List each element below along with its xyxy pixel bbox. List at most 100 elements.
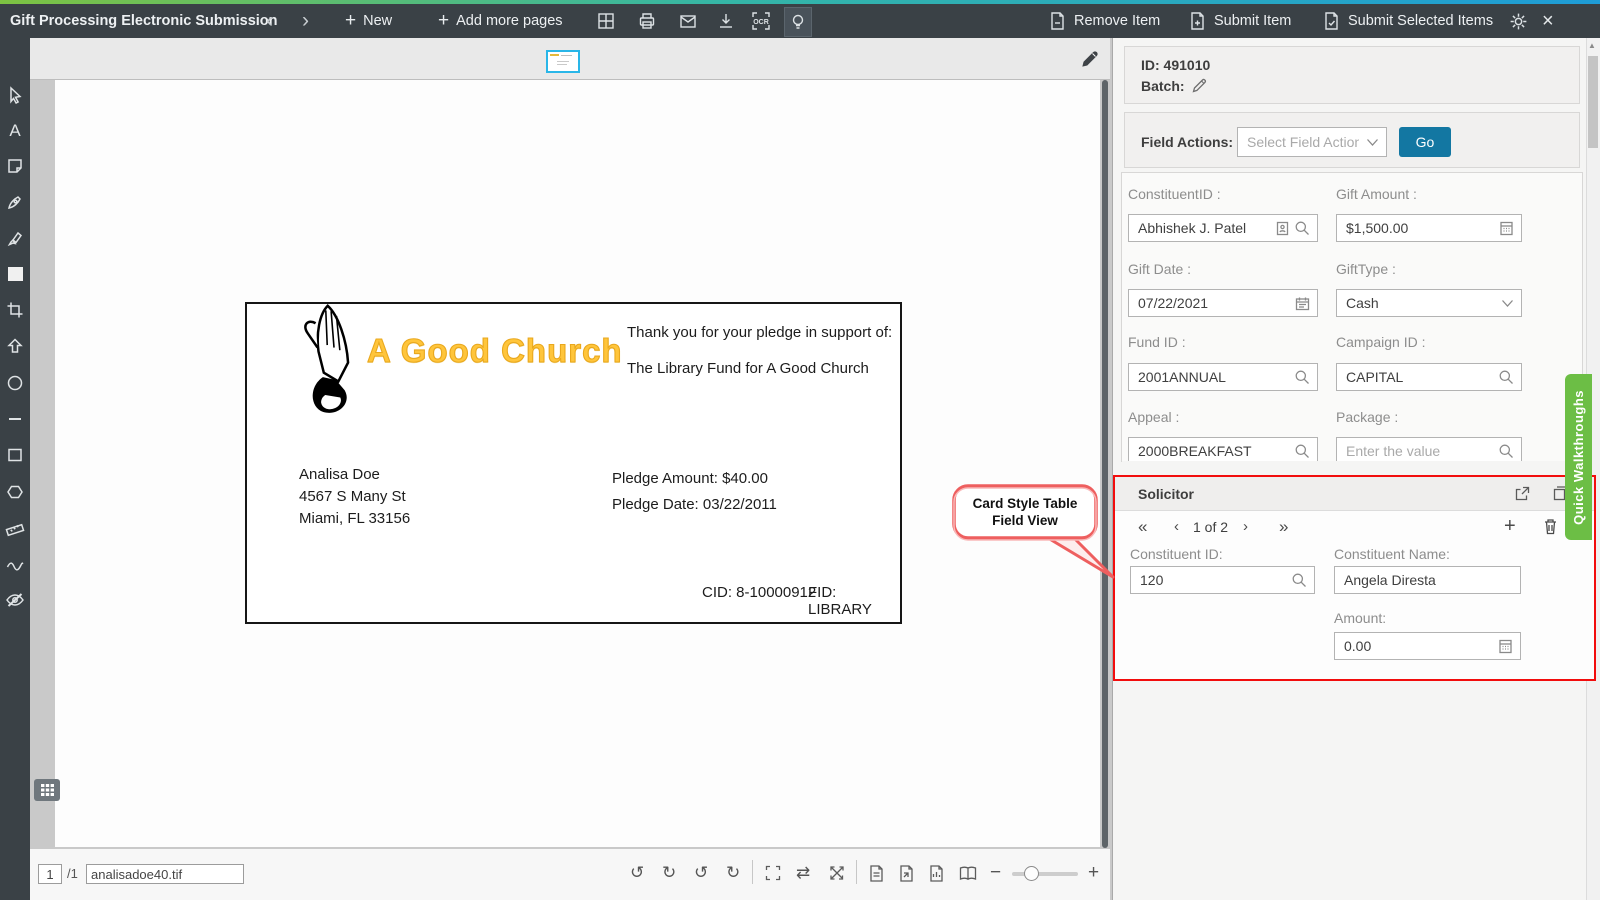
search-icon[interactable] [1294,220,1310,236]
measure-tool[interactable] [5,518,25,538]
gift-type-select[interactable] [1336,289,1522,317]
campaign-id-field[interactable] [1336,363,1522,391]
appeal-value[interactable] [1136,442,1289,460]
split-merge-button[interactable] [828,862,846,884]
delete-row-button[interactable] [1543,518,1558,535]
viewer-scrollbar-thumb[interactable] [1102,80,1108,848]
calculator-icon[interactable] [1499,221,1514,236]
solicitor-constituent-id-value[interactable] [1138,571,1286,589]
gift-date-field[interactable] [1128,289,1318,317]
addressee: Analisa Doe [299,466,380,483]
prev-item-button[interactable]: ‹ [266,4,273,38]
constituent-id-value[interactable] [1136,219,1271,237]
envelope-icon [678,11,698,31]
print-button[interactable] [637,4,657,38]
swap-view-button[interactable]: ⇄ [796,862,810,884]
open-table-view-button[interactable] [1514,485,1531,502]
auto-detect-button[interactable] [784,7,812,37]
fund-id-value[interactable] [1136,368,1289,386]
polygon-tool[interactable] [5,482,25,502]
thumbnail-grid-toggle-button[interactable] [34,779,60,801]
campaign-id-value[interactable] [1344,368,1493,386]
edit-batch-button[interactable] [1191,77,1208,94]
page-thumbnail[interactable] [546,50,580,73]
doc-summary-button[interactable] [868,862,885,884]
book-view-button[interactable] [958,862,978,884]
add-row-button[interactable]: + [1504,515,1516,538]
download-button[interactable] [716,4,736,38]
ocr-button[interactable]: OCR [750,4,772,38]
fit-to-window-button[interactable] [764,862,782,884]
fund-id-field[interactable] [1128,363,1318,391]
gift-amount-field[interactable] [1336,214,1522,242]
item-id-section: ID: 491010 Batch: [1124,46,1580,104]
pen-tool[interactable] [5,192,25,212]
rectangle-tool[interactable] [5,445,25,465]
next-item-button[interactable]: › [302,4,309,38]
field-actions-select[interactable] [1237,127,1387,157]
settings-button[interactable] [1508,4,1529,38]
hide-annotations-tool[interactable] [5,590,25,610]
pledge-amount-line: Pledge Amount: $40.00 [612,470,768,487]
undo-rotate-button[interactable]: ↺ [630,862,644,884]
last-page-button[interactable]: » [1279,517,1288,537]
remove-item-button[interactable]: Remove Item [1048,4,1160,38]
zoom-in-button[interactable]: + [1088,862,1099,884]
line-tool[interactable] [5,409,25,429]
ellipse-tool[interactable] [5,373,25,393]
rotate-page-ccw-button[interactable]: ↺ [694,862,708,884]
rotate-page-cw-button[interactable]: ↻ [726,862,740,884]
prev-page-button[interactable]: ‹ [1174,518,1179,535]
gift-amount-value[interactable] [1344,219,1494,237]
note-tool[interactable] [5,156,25,176]
search-icon[interactable] [1498,369,1514,385]
solicitor-constituent-name-value[interactable] [1342,571,1513,589]
select-tool[interactable] [5,85,25,105]
calendar-icon[interactable] [1295,296,1310,311]
add-more-pages-button[interactable]: + Add more pages [438,4,563,38]
scrollbar-up-arrow[interactable]: ▲ [1588,41,1596,50]
filename-input[interactable] [86,864,244,884]
go-button[interactable]: Go [1399,127,1451,157]
search-icon[interactable] [1294,443,1310,459]
filled-rectangle-tool[interactable] [5,264,25,284]
grid-icon [41,784,54,796]
close-button[interactable]: × [1542,4,1554,38]
stamp-arrow-tool[interactable] [5,336,25,356]
gift-date-value[interactable] [1136,294,1290,312]
constituent-id-field[interactable] [1128,214,1318,242]
page-number-input[interactable] [38,864,62,884]
search-icon[interactable] [1498,443,1514,459]
zoom-slider-track[interactable] [1012,872,1078,876]
solicitor-constituent-id-field[interactable] [1130,566,1315,594]
panel-scrollbar-thumb[interactable] [1588,56,1598,148]
doc-report-button[interactable] [928,862,945,884]
grid-view-button[interactable] [596,4,616,38]
quick-walkthroughs-tab[interactable]: Quick Walkthroughs [1565,374,1592,540]
email-button[interactable] [678,4,698,38]
calculator-icon[interactable] [1498,639,1513,654]
zoom-out-button[interactable]: − [990,862,1001,884]
search-icon[interactable] [1294,369,1310,385]
highlighter-tool[interactable] [5,228,25,248]
crop-tool[interactable] [5,300,25,320]
solicitor-amount-field[interactable] [1334,632,1521,660]
gift-type-value[interactable] [1344,294,1496,312]
text-tool[interactable]: A [5,121,25,141]
solicitor-constituent-name-field[interactable] [1334,566,1521,594]
freehand-tool[interactable] [5,554,25,574]
package-value[interactable] [1344,442,1493,460]
submit-item-button[interactable]: Submit Item [1188,4,1291,38]
new-button[interactable]: + New [345,4,392,38]
solicitor-amount-value[interactable] [1342,637,1493,655]
edit-annotations-button[interactable] [1080,50,1099,69]
next-page-button[interactable]: › [1243,518,1248,535]
section-gap [1122,461,1582,475]
doc-export-button[interactable] [898,862,915,884]
redo-rotate-button[interactable]: ↻ [662,862,676,884]
submit-selected-items-button[interactable]: Submit Selected Items [1322,4,1493,38]
circle-icon [6,374,24,392]
first-page-button[interactable]: « [1138,517,1147,537]
search-icon[interactable] [1291,572,1307,588]
zoom-slider-knob[interactable] [1024,866,1039,881]
